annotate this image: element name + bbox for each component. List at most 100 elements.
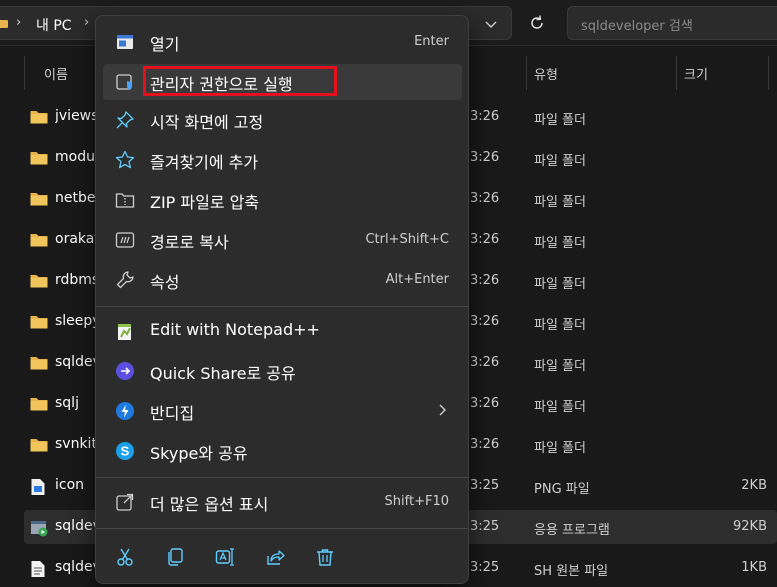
file-name: sleepycat bbox=[55, 313, 95, 329]
menu-item-label: Quick Share로 공유 bbox=[150, 364, 296, 383]
file-name: jviews bbox=[55, 108, 95, 124]
file-size: 92KB bbox=[733, 519, 767, 534]
file-size: 1KB bbox=[741, 560, 767, 575]
menu-item-compress-zip[interactable]: ZIP 파일로 압축 bbox=[103, 182, 462, 218]
menu-item-label: 속성 bbox=[150, 273, 180, 292]
file-type: 파일 폴더 bbox=[534, 195, 586, 210]
menu-item-label: 반디집 bbox=[150, 404, 195, 423]
column-divider[interactable] bbox=[526, 56, 527, 90]
menu-item-quick-share[interactable]: Quick Share로 공유 bbox=[103, 353, 462, 389]
more-options-icon bbox=[115, 492, 135, 512]
menu-item-bandizip[interactable]: 반디집 bbox=[103, 393, 462, 429]
wrench-icon bbox=[115, 270, 135, 290]
file-date: 3:26 bbox=[470, 396, 500, 411]
menu-separator bbox=[96, 477, 468, 478]
menu-item-label: 시작 화면에 고정 bbox=[150, 113, 264, 132]
file-date: 3:26 bbox=[470, 232, 500, 247]
share-button[interactable] bbox=[258, 541, 292, 573]
refresh-button[interactable] bbox=[520, 6, 554, 40]
breadcrumb-this-pc[interactable]: 내 PC bbox=[36, 15, 72, 35]
file-name: rdbms bbox=[55, 272, 95, 288]
file-type: 파일 폴더 bbox=[534, 400, 586, 415]
menu-item-run-as-admin[interactable]: 관리자 권한으로 실행 bbox=[103, 64, 462, 100]
menu-item-properties[interactable]: 속성 Alt+Enter bbox=[103, 262, 462, 298]
menu-item-edit-notepadpp[interactable]: Edit with Notepad++ bbox=[103, 313, 462, 349]
menu-item-label: 즐겨찾기에 추가 bbox=[150, 153, 259, 172]
menu-item-label: Skype와 공유 bbox=[150, 444, 248, 463]
skype-icon: S bbox=[115, 441, 135, 461]
folder-icon bbox=[30, 273, 48, 289]
breadcrumb-separator[interactable]: › bbox=[84, 15, 89, 30]
column-header-size[interactable]: 크기 bbox=[684, 64, 708, 83]
file-name: netbeans bbox=[55, 190, 95, 206]
app-icon bbox=[30, 519, 48, 537]
pin-icon bbox=[115, 110, 135, 130]
cut-icon bbox=[117, 548, 133, 566]
file-type: 파일 폴더 bbox=[534, 277, 586, 292]
refresh-icon bbox=[531, 15, 543, 29]
copy-button[interactable] bbox=[158, 541, 192, 573]
file-name: sqlj bbox=[55, 395, 79, 411]
menu-item-open[interactable]: 열기 Enter bbox=[103, 24, 462, 60]
menu-item-pin-to-start[interactable]: 시작 화면에 고정 bbox=[103, 102, 462, 138]
file-name: orakafka bbox=[55, 231, 95, 247]
svg-text:S: S bbox=[121, 444, 130, 459]
menu-item-copy-path[interactable]: 경로로 복사 Ctrl+Shift+C bbox=[103, 222, 462, 258]
zip-icon bbox=[115, 190, 135, 210]
folder-icon bbox=[30, 232, 48, 248]
folder-icon bbox=[30, 396, 48, 412]
menu-item-label: Edit with Notepad++ bbox=[150, 320, 320, 339]
copy-icon bbox=[168, 548, 183, 566]
menu-item-add-to-favorites[interactable]: 즐겨찾기에 추가 bbox=[103, 142, 462, 178]
menu-item-label: 더 많은 옵션 표시 bbox=[150, 495, 269, 514]
column-divider[interactable] bbox=[676, 56, 677, 90]
text-file-icon bbox=[30, 560, 48, 577]
menu-separator bbox=[96, 306, 468, 307]
menu-item-label: ZIP 파일로 압축 bbox=[150, 193, 260, 212]
file-name: sqldeveloper bbox=[55, 518, 95, 534]
file-type: 응용 프로그램 bbox=[534, 523, 610, 538]
file-name: icon bbox=[55, 477, 85, 493]
file-date: 3:26 bbox=[470, 355, 500, 370]
column-header-name[interactable]: 이름 bbox=[44, 64, 68, 83]
column-header-type[interactable]: 유형 bbox=[534, 64, 558, 83]
folder-icon bbox=[0, 20, 8, 28]
rename-button[interactable] bbox=[208, 541, 242, 573]
file-type: 파일 폴더 bbox=[534, 154, 586, 169]
open-window-icon bbox=[115, 32, 135, 52]
menu-item-shortcut: Enter bbox=[414, 34, 449, 49]
cut-button[interactable] bbox=[108, 541, 142, 573]
shield-admin-icon bbox=[115, 72, 135, 92]
folder-icon bbox=[30, 437, 48, 453]
copy-path-icon bbox=[115, 230, 135, 250]
column-divider[interactable] bbox=[768, 56, 769, 90]
file-name: svnkit bbox=[55, 436, 95, 452]
menu-separator bbox=[96, 528, 468, 529]
menu-item-skype-share[interactable]: S Skype와 공유 bbox=[103, 433, 462, 469]
file-date: 3:26 bbox=[470, 273, 500, 288]
folder-icon bbox=[30, 314, 48, 330]
image-file-icon bbox=[30, 478, 48, 495]
file-type: 파일 폴더 bbox=[534, 441, 586, 456]
quick-actions-bar bbox=[96, 538, 468, 576]
menu-item-shortcut: Shift+F10 bbox=[384, 494, 449, 509]
chevron-right-icon bbox=[439, 404, 446, 416]
column-divider bbox=[24, 56, 25, 90]
file-date: 3:26 bbox=[470, 150, 500, 165]
search-input[interactable]: sqldeveloper 검색 bbox=[567, 6, 777, 40]
delete-icon bbox=[317, 549, 333, 566]
file-name: modules bbox=[55, 149, 95, 165]
scrollbar[interactable] bbox=[770, 90, 773, 587]
menu-item-label: 열기 bbox=[150, 35, 180, 54]
folder-icon bbox=[30, 191, 48, 207]
file-date: 3:26 bbox=[470, 437, 500, 452]
file-date: 3:25 bbox=[470, 560, 500, 575]
delete-button[interactable] bbox=[308, 541, 342, 573]
folder-icon bbox=[30, 109, 48, 125]
folder-icon bbox=[30, 150, 48, 166]
file-size: 2KB bbox=[741, 478, 767, 493]
menu-item-shortcut: Ctrl+Shift+C bbox=[365, 232, 449, 247]
menu-item-more-options[interactable]: 더 많은 옵션 표시 Shift+F10 bbox=[103, 484, 462, 520]
file-date: 3:25 bbox=[470, 519, 500, 534]
chevron-down-icon[interactable] bbox=[484, 17, 498, 31]
